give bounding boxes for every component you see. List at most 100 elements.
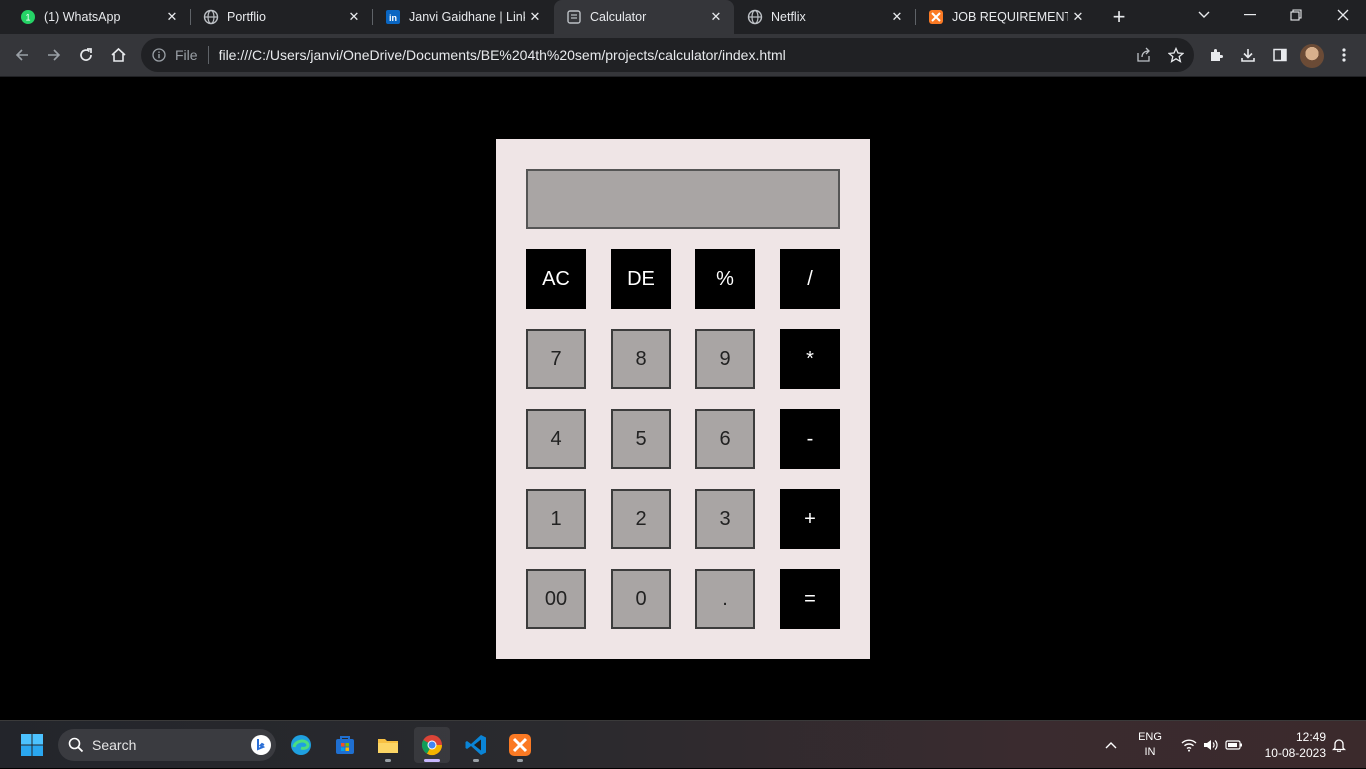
- clock[interactable]: 12:49 10-08-2023: [1256, 721, 1326, 769]
- edge-icon: [291, 735, 311, 755]
- side-panel-icon: [1273, 48, 1287, 62]
- calculator-display[interactable]: [526, 169, 840, 229]
- home-icon: [110, 47, 126, 62]
- svg-text:1: 1: [25, 13, 30, 23]
- tab-title: Netflix: [771, 10, 806, 24]
- puzzle-icon: [1211, 49, 1223, 61]
- vscode-icon: [465, 735, 486, 755]
- key-9[interactable]: 9: [695, 329, 755, 389]
- menu-button[interactable]: [1330, 41, 1358, 69]
- reload-button[interactable]: [72, 41, 100, 69]
- globe-icon: [747, 9, 763, 25]
- key-decimal[interactable]: .: [695, 569, 755, 629]
- clock-date: 10-08-2023: [1264, 746, 1326, 760]
- page-viewport: AC DE % / 7 8 9 * 4 5 6 - 1 2 3 + 00 0 .…: [0, 77, 1366, 720]
- info-icon[interactable]: [151, 47, 167, 63]
- chrome-icon: [421, 735, 443, 756]
- taskbar-chrome[interactable]: [414, 727, 450, 763]
- minimize-icon: [1244, 14, 1256, 16]
- windows-logo-icon: [21, 734, 43, 756]
- start-button[interactable]: [14, 727, 50, 763]
- restore-button[interactable]: [1273, 0, 1319, 30]
- linkedin-icon: in: [385, 9, 401, 25]
- language-region: IN: [1144, 746, 1156, 758]
- taskbar-store[interactable]: [327, 727, 363, 763]
- key-3[interactable]: 3: [695, 489, 755, 549]
- close-tab-icon[interactable]: ✕: [1068, 7, 1088, 27]
- tab-title: (1) WhatsApp: [44, 10, 121, 24]
- key-all-clear[interactable]: AC: [526, 249, 586, 309]
- taskbar-file-explorer[interactable]: [370, 727, 406, 763]
- home-button[interactable]: [104, 41, 132, 69]
- volume-icon: [1204, 740, 1218, 750]
- tab-portfolio[interactable]: Portflio ✕: [191, 0, 372, 34]
- tab-whatsapp[interactable]: 1 (1) WhatsApp ✕: [0, 0, 190, 34]
- language-code: ENG: [1138, 731, 1162, 743]
- folder-icon: [378, 739, 398, 753]
- side-panel-button[interactable]: [1266, 41, 1294, 69]
- tab-search-button[interactable]: [1181, 0, 1227, 30]
- key-1[interactable]: 1: [526, 489, 586, 549]
- back-button[interactable]: [8, 41, 36, 69]
- running-indicator: [473, 759, 479, 762]
- quick-settings-button[interactable]: [1176, 721, 1248, 769]
- tab-title: Calculator: [590, 10, 647, 24]
- close-tab-icon[interactable]: ✕: [344, 7, 364, 27]
- key-delete[interactable]: DE: [611, 249, 671, 309]
- calculator: AC DE % / 7 8 9 * 4 5 6 - 1 2 3 + 00 0 .…: [496, 139, 870, 659]
- active-indicator: [424, 759, 440, 762]
- address-bar[interactable]: File file:///C:/Users/janvi/OneDrive/Doc…: [141, 38, 1194, 72]
- svg-text:in: in: [389, 13, 397, 23]
- close-window-button[interactable]: [1320, 0, 1366, 30]
- key-8[interactable]: 8: [611, 329, 671, 389]
- taskbar-xampp[interactable]: [502, 727, 538, 763]
- key-2[interactable]: 2: [611, 489, 671, 549]
- key-subtract[interactable]: -: [780, 409, 840, 469]
- browser-toolbar: File file:///C:/Users/janvi/OneDrive/Doc…: [0, 34, 1366, 77]
- close-tab-icon[interactable]: ✕: [162, 7, 182, 27]
- notifications-button[interactable]: [1330, 721, 1348, 769]
- forward-button[interactable]: [40, 41, 68, 69]
- running-indicator: [385, 759, 391, 762]
- key-percent[interactable]: %: [695, 249, 755, 309]
- url-text[interactable]: file:///C:/Users/janvi/OneDrive/Document…: [219, 47, 1130, 63]
- battery-icon: [1225, 740, 1242, 750]
- search-icon: [68, 737, 84, 753]
- taskbar-search[interactable]: Search: [58, 729, 276, 761]
- tab-linkedin[interactable]: in Janvi Gaidhane | LinkedIn ✕: [373, 0, 553, 34]
- extensions-button[interactable]: [1202, 41, 1230, 69]
- close-tab-icon[interactable]: ✕: [525, 7, 545, 27]
- share-icon[interactable]: [1130, 41, 1158, 69]
- downloads-button[interactable]: [1234, 41, 1262, 69]
- tab-netflix[interactable]: Netflix ✕: [735, 0, 915, 34]
- key-multiply[interactable]: *: [780, 329, 840, 389]
- close-tab-icon[interactable]: ✕: [887, 7, 907, 27]
- taskbar-edge[interactable]: [283, 727, 319, 763]
- language-indicator[interactable]: ENG IN: [1131, 721, 1169, 769]
- close-tab-icon[interactable]: ✕: [706, 7, 726, 27]
- key-6[interactable]: 6: [695, 409, 755, 469]
- taskbar-vscode[interactable]: [458, 727, 494, 763]
- new-tab-button[interactable]: +: [1106, 4, 1132, 30]
- tab-job-requirement[interactable]: JOB REQUIREMENT SYSTEM ✕: [916, 0, 1096, 34]
- clock-time: 12:49: [1295, 730, 1326, 744]
- taskbar: Search ENG IN 12:49 10-08-2023: [0, 720, 1366, 768]
- key-add[interactable]: +: [780, 489, 840, 549]
- wifi-icon: [1181, 739, 1197, 752]
- key-divide[interactable]: /: [780, 249, 840, 309]
- key-7[interactable]: 7: [526, 329, 586, 389]
- key-double-zero[interactable]: 00: [526, 569, 586, 629]
- bookmark-star-icon[interactable]: [1162, 41, 1190, 69]
- profile-avatar[interactable]: [1300, 44, 1324, 68]
- show-hidden-icons-button[interactable]: [1100, 721, 1122, 769]
- key-0[interactable]: 0: [611, 569, 671, 629]
- key-5[interactable]: 5: [611, 409, 671, 469]
- bing-icon[interactable]: [250, 734, 272, 756]
- tab-calculator[interactable]: Calculator ✕: [554, 0, 734, 34]
- key-equals[interactable]: =: [780, 569, 840, 629]
- xampp-icon: [928, 9, 944, 25]
- key-4[interactable]: 4: [526, 409, 586, 469]
- minimize-button[interactable]: [1227, 0, 1273, 30]
- download-icon: [1241, 49, 1255, 62]
- store-icon: [336, 736, 354, 754]
